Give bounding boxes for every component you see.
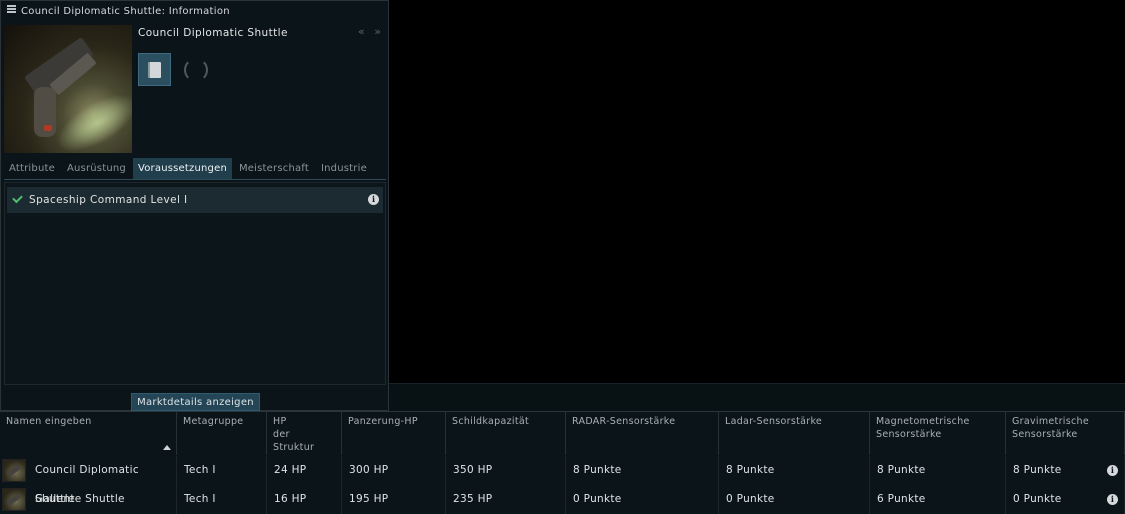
cell-text: 8 Punkte [1013, 464, 1062, 476]
column-header-text: Sensorstärke [1012, 429, 1078, 440]
ship-header: Council Diplomatic Shuttle « » [4, 25, 384, 155]
table-cell-hp-struktur: 24 HP [267, 456, 342, 485]
market-details-button[interactable]: Marktdetails anzeigen [131, 393, 260, 411]
column-header-hp-struktur[interactable]: HP der Struktur [267, 412, 342, 455]
show-info-button[interactable] [138, 53, 171, 86]
info-icon[interactable]: i [368, 194, 379, 205]
table-cell-gravimetrisch: 8 Punkte i [1006, 456, 1125, 485]
column-header-schildkapazitaet[interactable]: Schildkapazität [446, 412, 566, 455]
cell-text: Tech I [184, 493, 216, 505]
cell-text: 0 Punkte [726, 493, 775, 505]
column-header-text: Gravimetrische [1012, 416, 1089, 427]
column-header-text: Namen eingeben [6, 416, 92, 427]
loading-spinner-icon [184, 58, 208, 82]
tab-ausruestung[interactable]: Ausrüstung [62, 158, 131, 179]
table-cell-magnetometrisch: 8 Punkte [870, 456, 1006, 485]
background-strip [389, 383, 1125, 412]
column-header-text: Schildkapazität [452, 416, 529, 427]
window-title: Council Diplomatic Shuttle: Information [21, 5, 230, 17]
tab-meisterschaft[interactable]: Meisterschaft [234, 158, 314, 179]
table-cell-schildkapazitaet: 350 HP [446, 456, 566, 485]
cell-text: 16 HP [274, 493, 307, 505]
column-header-magnetometrisch[interactable]: Magnetometrische Sensorstärke [870, 412, 1006, 455]
column-header-text: Sensorstärke [876, 429, 942, 440]
cell-text: 350 HP [453, 464, 493, 476]
tab-attribute[interactable]: Attribute [4, 158, 60, 179]
table-cell-panzerung-hp: 195 HP [342, 485, 446, 514]
requirement-row[interactable]: Spaceship Command Level I i [7, 187, 383, 213]
cell-text: 195 HP [349, 493, 389, 505]
info-icon[interactable]: i [1107, 494, 1118, 505]
requirement-label: Spaceship Command Level I [29, 194, 188, 206]
tab-voraussetzungen[interactable]: Voraussetzungen [132, 158, 232, 179]
cell-text: 0 Punkte [1013, 493, 1062, 505]
table-row[interactable]: Gallente Shuttle Tech I 16 HP 195 HP 235 HP 0… [0, 485, 1125, 514]
ship-image[interactable] [4, 25, 132, 153]
cell-text: 8 Punkte [877, 464, 926, 476]
column-header-text: Ladar-Sensorstärke [725, 416, 823, 427]
tab-industrie[interactable]: Industrie [316, 158, 372, 179]
tab-bar: Attribute Ausrüstung Voraussetzungen Mei… [4, 158, 386, 180]
column-header-ladar[interactable]: Ladar-Sensorstärke [719, 412, 870, 455]
table-cell-name: Gallente Shuttle [0, 485, 177, 514]
menu-icon[interactable] [7, 5, 16, 13]
cell-text: 235 HP [453, 493, 493, 505]
ship-thumbnail[interactable] [2, 488, 26, 511]
column-header-text: Panzerung-HP [348, 416, 418, 427]
table-cell-name: Council Diplomatic Shuttle [0, 456, 177, 505]
table-cell-radar: 8 Punkte [566, 456, 719, 485]
column-header-panzerung-hp[interactable]: Panzerung-HP [342, 412, 446, 455]
column-header-name[interactable]: Namen eingeben [0, 412, 177, 455]
window-title-bar[interactable]: Council Diplomatic Shuttle: Information [1, 1, 388, 21]
sort-ascending-icon[interactable] [163, 445, 171, 450]
table-cell-hp-struktur: 16 HP [267, 485, 342, 514]
table-cell-schildkapazitaet: 235 HP [446, 485, 566, 514]
info-icon[interactable]: i [1107, 465, 1118, 476]
column-header-text: Struktur [273, 442, 315, 453]
column-header-text: RADAR-Sensorstärke [572, 416, 676, 427]
table-cell-metagruppe: Tech I [177, 485, 267, 514]
ship-thumbnail[interactable] [2, 459, 26, 482]
table-cell-gravimetrisch: 0 Punkte i [1006, 485, 1125, 514]
book-icon [148, 61, 161, 78]
column-header-gravimetrisch[interactable]: Gravimetrische Sensorstärke [1006, 412, 1125, 455]
comparison-table: Namen eingeben Metagruppe HP der Struktur Pan… [0, 411, 1125, 514]
cell-text: 300 HP [349, 464, 389, 476]
table-row[interactable]: Council Diplomatic Shuttle Tech I 24 HP 300… [0, 456, 1125, 505]
table-cell-ladar: 0 Punkte [719, 485, 870, 514]
checkmark-icon [12, 192, 23, 204]
table-cell-panzerung-hp: 300 HP [342, 456, 446, 485]
history-nav-arrows[interactable]: « » [358, 25, 384, 38]
column-header-text: HP [273, 416, 287, 427]
column-header-text: Metagruppe [183, 416, 244, 427]
cell-text: Tech I [184, 464, 216, 476]
cell-text: 0 Punkte [573, 493, 622, 505]
table-cell-ladar: 8 Punkte [719, 456, 870, 485]
cell-text: 24 HP [274, 464, 307, 476]
cell-text: 8 Punkte [573, 464, 622, 476]
column-header-text: der [273, 429, 290, 440]
ship-name: Council Diplomatic Shuttle [138, 27, 288, 39]
column-header-metagruppe[interactable]: Metagruppe [177, 412, 267, 455]
table-cell-metagruppe: Tech I [177, 456, 267, 485]
cell-text: Gallente Shuttle [35, 493, 125, 505]
requirements-list: Spaceship Command Level I i [4, 182, 386, 385]
column-header-radar[interactable]: RADAR-Sensorstärke [566, 412, 719, 455]
cell-text: 6 Punkte [877, 493, 926, 505]
table-cell-magnetometrisch: 6 Punkte [870, 485, 1006, 514]
cell-text: 8 Punkte [726, 464, 775, 476]
table-cell-radar: 0 Punkte [566, 485, 719, 514]
info-window: Council Diplomatic Shuttle: Information … [0, 0, 389, 411]
column-header-text: Magnetometrische [876, 416, 970, 427]
